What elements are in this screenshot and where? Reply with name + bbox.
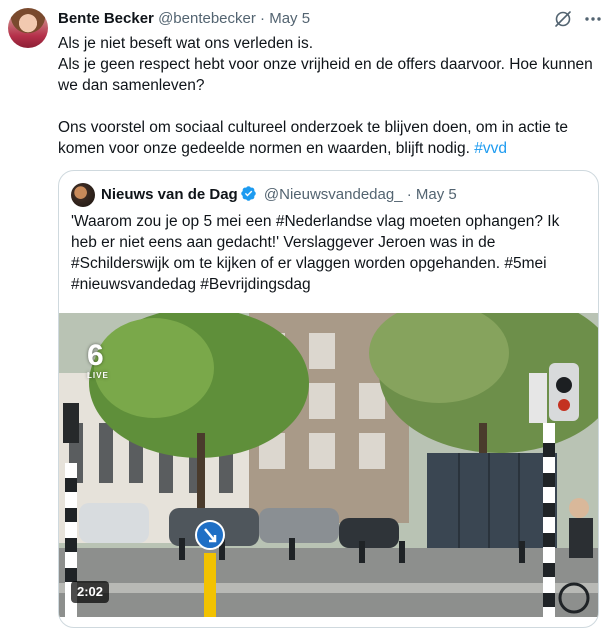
more-icon[interactable]	[583, 9, 603, 29]
tweet-text: Als je niet beseft wat ons verleden is. …	[58, 33, 598, 159]
quoted-tweet[interactable]: Nieuws van de Dag @Nieuwsvandedag_ · May…	[58, 170, 599, 628]
author-handle[interactable]: @bentebecker	[158, 10, 256, 27]
tweet-date[interactable]: May 5	[269, 10, 310, 27]
quote-separator: ·	[406, 186, 412, 203]
channel-logo-live: LIVE	[87, 371, 109, 380]
video-player[interactable]: 6 LIVE 2:02	[59, 313, 598, 617]
video-duration: 2:02	[71, 581, 110, 603]
tweet-line: Ons voorstel om sociaal cultureel onderz…	[58, 117, 598, 159]
channel-logo-number: 6	[87, 339, 104, 372]
tweet-line: Als je geen respect hebt voor onze vrijh…	[58, 56, 593, 94]
quote-header: Nieuws van de Dag @Nieuwsvandedag_ · May…	[101, 185, 457, 205]
action-bar	[58, 628, 598, 634]
tweet-line: Als je niet beseft wat ons verleden is.	[58, 35, 314, 52]
video-thumbnail	[59, 313, 598, 617]
quote-author-avatar	[71, 183, 95, 207]
header-separator: ·	[260, 10, 266, 27]
hashtag-link[interactable]: #vvd	[474, 140, 507, 157]
tweet-header: Bente Becker @bentebecker · May 5	[58, 9, 310, 29]
quote-author-name: Nieuws van de Dag	[101, 186, 238, 203]
author-avatar[interactable]	[8, 8, 48, 48]
grok-icon[interactable]	[553, 9, 573, 29]
author-name[interactable]: Bente Becker	[58, 10, 154, 27]
channel-logo: 6 LIVE	[87, 339, 109, 381]
quote-author-handle: @Nieuwsvandedag_	[263, 186, 403, 203]
quote-date: May 5	[415, 186, 457, 203]
quote-text: 'Waarom zou je op 5 mei een #Nederlandse…	[71, 213, 560, 293]
verified-badge-icon	[240, 186, 256, 201]
